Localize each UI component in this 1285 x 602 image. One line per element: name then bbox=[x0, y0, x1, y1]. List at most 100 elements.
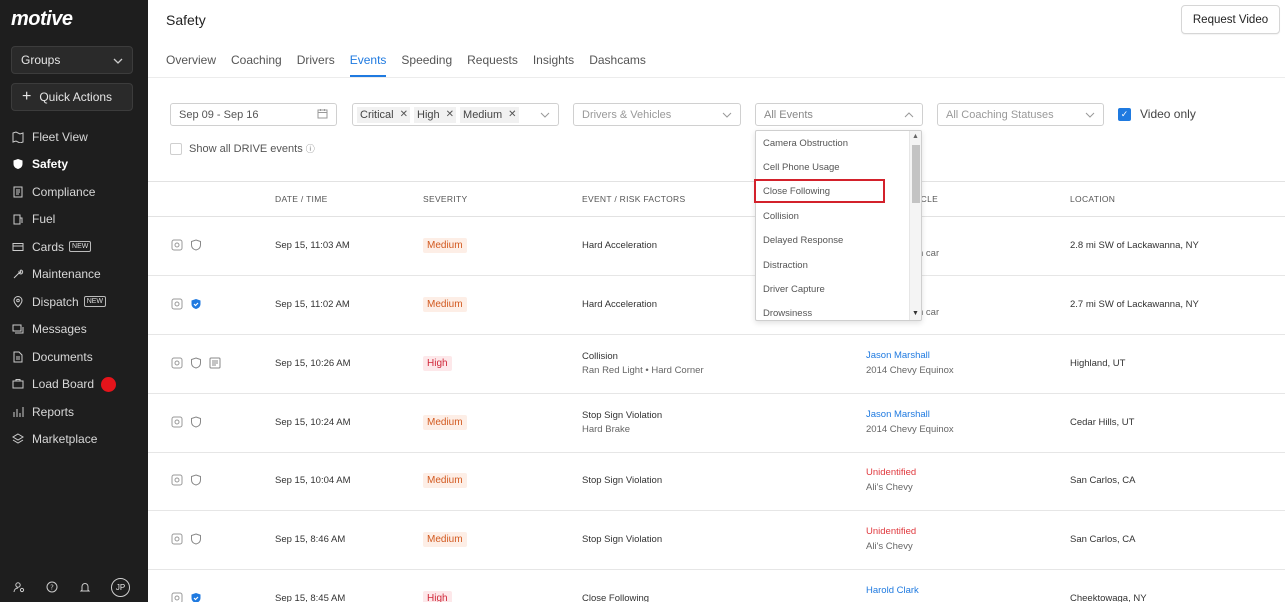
table-row[interactable]: Sep 15, 8:46 AM Medium Stop Sign Violati… bbox=[148, 511, 1285, 570]
dropdown-scrollbar[interactable]: ▲ ▼ bbox=[909, 131, 921, 320]
severity-badge: Medium bbox=[423, 297, 467, 312]
video-icon[interactable] bbox=[170, 473, 183, 486]
tab-dashcams[interactable]: Dashcams bbox=[589, 52, 646, 77]
sidebar-item-cards[interactable]: Cards NEW bbox=[0, 233, 148, 261]
shield-icon[interactable] bbox=[189, 415, 202, 428]
table-header: DATE / TIME SEVERITY EVENT / RISK FACTOR… bbox=[148, 192, 1285, 206]
sidebar-item-maintenance[interactable]: Maintenance bbox=[0, 261, 148, 289]
sidebar-item-dispatch[interactable]: Dispatch NEW bbox=[0, 288, 148, 316]
video-icon[interactable] bbox=[170, 297, 183, 310]
chat-icon bbox=[11, 322, 25, 336]
sidebar-item-label: Marketplace bbox=[32, 432, 98, 447]
video-icon[interactable] bbox=[170, 415, 183, 428]
shield-check-icon[interactable] bbox=[189, 297, 202, 310]
user-settings-icon[interactable] bbox=[12, 580, 26, 594]
quick-actions-button[interactable]: + Quick Actions bbox=[11, 83, 133, 111]
dropdown-option-driver-capture[interactable]: Driver Capture bbox=[756, 277, 921, 301]
shield-icon[interactable] bbox=[189, 473, 202, 486]
coaching-status-filter[interactable]: All Coaching Statuses bbox=[937, 103, 1104, 126]
row-datetime: Sep 15, 8:46 AM bbox=[275, 534, 346, 545]
sidebar-item-compliance[interactable]: Compliance bbox=[0, 178, 148, 206]
tab-requests[interactable]: Requests bbox=[467, 52, 518, 77]
sidebar-item-messages[interactable]: Messages bbox=[0, 316, 148, 344]
help-icon[interactable]: ? bbox=[45, 580, 59, 594]
checkbox-checked-icon[interactable]: ✓ bbox=[1118, 107, 1131, 121]
request-video-button[interactable]: Request Video bbox=[1181, 5, 1280, 34]
row-driver-unidentified[interactable]: Unidentified bbox=[866, 467, 916, 478]
events-type-filter[interactable]: All Events bbox=[755, 103, 923, 126]
severity-filter[interactable]: Critical ✕ High ✕ Medium ✕ bbox=[352, 103, 559, 126]
shield-check-icon[interactable] bbox=[189, 591, 202, 602]
sidebar-item-safety[interactable]: Safety bbox=[0, 151, 148, 179]
sidebar-item-load-board[interactable]: Load Board bbox=[0, 371, 148, 399]
bell-icon[interactable] bbox=[78, 580, 92, 594]
row-driver-link[interactable]: Harold Clark bbox=[866, 585, 919, 596]
column-header-event[interactable]: EVENT / RISK FACTORS bbox=[582, 194, 685, 204]
shield-icon[interactable] bbox=[189, 238, 202, 251]
video-icon[interactable] bbox=[170, 591, 183, 602]
sidebar-item-reports[interactable]: Reports bbox=[0, 398, 148, 426]
show-drive-events-toggle[interactable]: Show all DRIVE events ⓘ bbox=[170, 142, 315, 155]
row-location: San Carlos, CA bbox=[1070, 534, 1136, 545]
sidebar-item-fuel[interactable]: Fuel bbox=[0, 206, 148, 234]
table-row[interactable]: Sep 15, 8:45 AM High Close Following Har… bbox=[148, 570, 1285, 602]
table-row[interactable]: Sep 15, 10:26 AM High Collision Ran Red … bbox=[148, 335, 1285, 394]
dropdown-option-collision[interactable]: Collision bbox=[756, 204, 921, 228]
avatar[interactable]: JP bbox=[111, 577, 130, 597]
table-row[interactable]: Sep 15, 10:04 AM Medium Stop Sign Violat… bbox=[148, 452, 1285, 511]
info-icon[interactable]: ⓘ bbox=[306, 142, 315, 155]
video-icon[interactable] bbox=[170, 532, 183, 545]
motive-logo[interactable]: motive bbox=[11, 8, 73, 31]
checkbox-unchecked-icon[interactable] bbox=[170, 142, 182, 155]
chevron-down-icon[interactable] bbox=[540, 110, 550, 120]
dropdown-option-cell-phone-usage[interactable]: Cell Phone Usage bbox=[756, 155, 921, 179]
row-driver-link[interactable]: Jason Marshall bbox=[866, 409, 930, 420]
sidebar-item-fleet-view[interactable]: Fleet View bbox=[0, 123, 148, 151]
sidebar: motive Groups + Quick Actions Fleet View… bbox=[0, 0, 148, 602]
table-row[interactable]: Sep 15, 10:24 AM Medium Stop Sign Violat… bbox=[148, 394, 1285, 453]
column-header-location[interactable]: LOCATION bbox=[1070, 194, 1115, 204]
sidebar-item-marketplace[interactable]: Marketplace bbox=[0, 426, 148, 454]
notification-dot bbox=[101, 376, 117, 392]
row-location: Highland, UT bbox=[1070, 358, 1126, 369]
row-vehicle: 2014 Chevy Equinox bbox=[866, 365, 954, 376]
tab-insights[interactable]: Insights bbox=[533, 52, 574, 77]
dropdown-option-camera-obstruction[interactable]: Camera Obstruction bbox=[756, 131, 921, 155]
tab-drivers[interactable]: Drivers bbox=[297, 52, 335, 77]
close-icon[interactable]: ✕ bbox=[446, 109, 454, 120]
close-icon[interactable]: ✕ bbox=[400, 109, 408, 120]
shield-icon[interactable] bbox=[189, 356, 202, 369]
video-icon[interactable] bbox=[170, 356, 183, 369]
scroll-down-icon[interactable]: ▼ bbox=[912, 310, 919, 317]
row-driver-link[interactable]: Jason Marshall bbox=[866, 350, 930, 361]
video-only-toggle[interactable]: ✓ Video only bbox=[1118, 107, 1196, 121]
coaching-placeholder: All Coaching Statuses bbox=[946, 108, 1054, 121]
groups-dropdown[interactable]: Groups bbox=[11, 46, 133, 74]
dropdown-option-drowsiness[interactable]: Drowsiness bbox=[756, 302, 921, 320]
shield-icon[interactable] bbox=[189, 532, 202, 545]
dropdown-option-distraction[interactable]: Distraction bbox=[756, 253, 921, 277]
dropdown-option-delayed-response[interactable]: Delayed Response bbox=[756, 229, 921, 253]
tab-overview[interactable]: Overview bbox=[166, 52, 216, 77]
scroll-up-icon[interactable]: ▲ bbox=[912, 133, 919, 140]
column-header-severity[interactable]: SEVERITY bbox=[423, 194, 467, 204]
sidebar-item-documents[interactable]: Documents bbox=[0, 343, 148, 371]
calendar-icon bbox=[317, 108, 328, 121]
close-icon[interactable]: ✕ bbox=[508, 109, 516, 120]
scrollbar-thumb[interactable] bbox=[912, 145, 920, 203]
table-row[interactable]: Sep 15, 11:03 AM Medium Hard Acceleratio… bbox=[148, 217, 1285, 276]
row-driver-unidentified[interactable]: Unidentified bbox=[866, 526, 916, 537]
tab-coaching[interactable]: Coaching bbox=[231, 52, 282, 77]
note-icon[interactable] bbox=[208, 356, 221, 369]
table-row[interactable]: Sep 15, 11:02 AM Medium Hard Acceleratio… bbox=[148, 276, 1285, 335]
column-header-datetime[interactable]: DATE / TIME bbox=[275, 194, 328, 204]
drivers-vehicles-filter[interactable]: Drivers & Vehicles bbox=[573, 103, 741, 126]
severity-badge: Medium bbox=[423, 532, 467, 547]
chevron-down-icon bbox=[1085, 110, 1095, 120]
tab-events[interactable]: Events bbox=[349, 52, 387, 77]
date-range-picker[interactable]: Sep 09 - Sep 16 bbox=[170, 103, 337, 126]
video-icon[interactable] bbox=[170, 238, 183, 251]
severity-chip-medium: Medium ✕ bbox=[460, 106, 519, 123]
tab-speeding[interactable]: Speeding bbox=[401, 52, 452, 77]
row-icons bbox=[170, 238, 202, 251]
